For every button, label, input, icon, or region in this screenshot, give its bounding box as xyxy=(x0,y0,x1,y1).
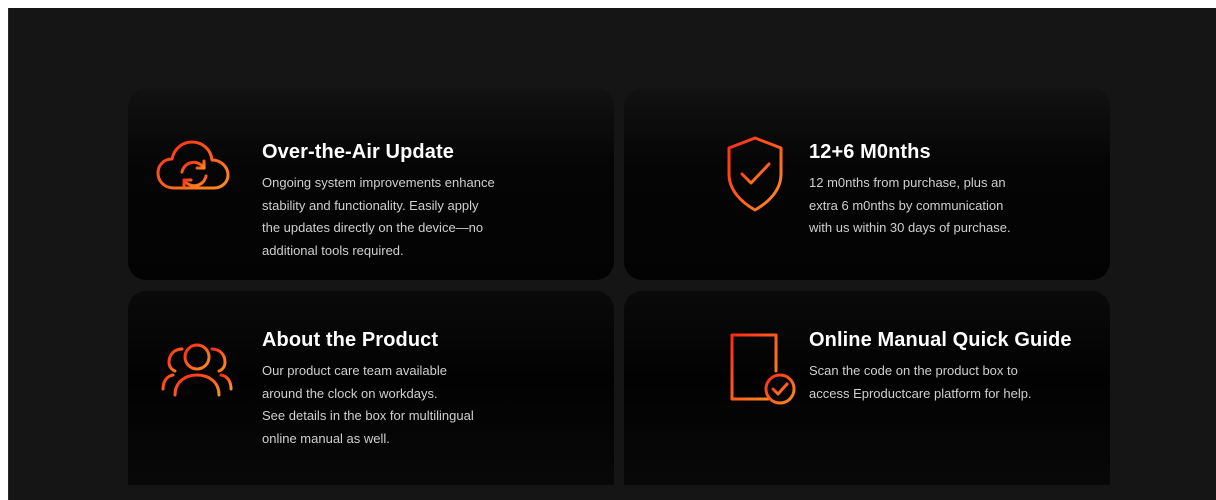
feature-card-warranty[interactable]: 12+6 M0nths 12 m0nths from purchase, plu… xyxy=(624,88,1110,280)
card-title: Over-the-Air Update xyxy=(262,141,454,163)
card-description: Our product care team available around t… xyxy=(262,363,474,446)
users-icon xyxy=(155,327,239,411)
card-description: Ongoing system improvements enhance stab… xyxy=(262,175,495,258)
feature-card-about-product[interactable]: About the Product Our product care team … xyxy=(128,291,614,485)
page-background: Over-the-Air Update Ongoing system impro… xyxy=(8,8,1216,500)
card-title: 12+6 M0nths xyxy=(809,141,931,163)
shield-check-icon xyxy=(713,130,797,214)
card-description: 12 m0nths from purchase, plus an extra 6… xyxy=(809,175,1011,235)
card-title: Online Manual Quick Guide xyxy=(809,329,1072,351)
card-description: Scan the code on the product box to acce… xyxy=(809,363,1032,401)
document-check-icon xyxy=(720,327,804,411)
feature-card-online-manual[interactable]: Online Manual Quick Guide Scan the code … xyxy=(624,291,1110,485)
feature-grid: Over-the-Air Update Ongoing system impro… xyxy=(128,88,1110,485)
card-title: About the Product xyxy=(262,329,439,351)
cloud-sync-icon xyxy=(152,130,236,214)
feature-card-ota-update[interactable]: Over-the-Air Update Ongoing system impro… xyxy=(128,88,614,280)
